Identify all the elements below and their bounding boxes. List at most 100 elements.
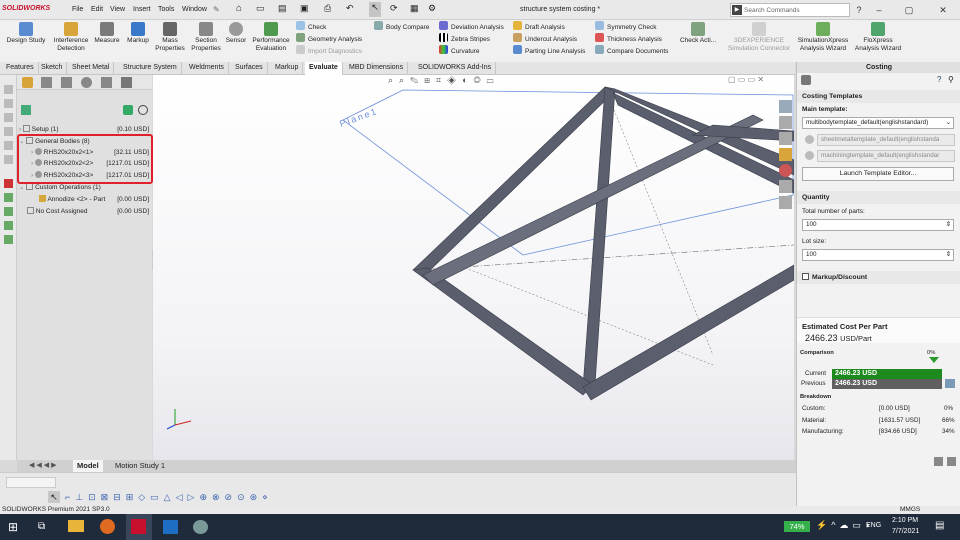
close-icon[interactable]: ✕ bbox=[936, 3, 950, 17]
design-library-icon[interactable] bbox=[779, 116, 792, 129]
symmetry-check-button[interactable]: Symmetry Check bbox=[595, 21, 668, 33]
solidworks-forum-icon[interactable] bbox=[779, 196, 792, 209]
clock-time[interactable]: 2:10 PM bbox=[892, 517, 918, 524]
menu-edit[interactable]: Edit bbox=[91, 6, 103, 13]
check-button[interactable]: Check bbox=[296, 21, 362, 33]
compare-documents-button[interactable]: Compare Documents bbox=[595, 45, 668, 57]
tab-solidworks-add-ins[interactable]: SOLIDWORKS Add-Ins bbox=[414, 62, 497, 75]
main-template-select[interactable]: multibodytemplate_default(englishstandar… bbox=[802, 117, 954, 129]
markup-discount-header[interactable]: Markup/Discount bbox=[797, 271, 960, 284]
clock-icon[interactable] bbox=[138, 105, 148, 115]
expand-icon[interactable] bbox=[4, 127, 13, 136]
tab-evaluate[interactable]: Evaluate bbox=[305, 62, 343, 75]
curvature-button[interactable]: Curvature bbox=[439, 45, 504, 57]
menu-file[interactable]: File bbox=[72, 6, 83, 13]
appearances-icon[interactable] bbox=[779, 164, 792, 177]
add-operation-icon[interactable] bbox=[4, 221, 13, 230]
check-active-button[interactable]: Check Acti... bbox=[678, 22, 718, 45]
interference-detection-button[interactable]: Interference Detection bbox=[50, 22, 92, 53]
total-parts-input[interactable]: 100 ⇕ bbox=[802, 219, 954, 231]
undercut-analysis-button[interactable]: Undercut Analysis bbox=[513, 33, 585, 45]
filter-tools[interactable]: ⌐⊥⊡⊠⊟⊞◇▭△◁▷⊕⊗⊘⊙⊛⋄ bbox=[65, 491, 495, 503]
feature-manager-icon[interactable] bbox=[22, 77, 33, 88]
import-diagnostics-button[interactable]: Import Diagnostics bbox=[296, 45, 362, 57]
costing-manager-icon[interactable] bbox=[121, 77, 132, 88]
performance-evaluation-button[interactable]: Performance Evaluation bbox=[250, 22, 292, 53]
open-icon[interactable]: ▤ bbox=[278, 3, 287, 14]
menu-view[interactable]: View bbox=[110, 6, 125, 13]
select-tool-icon[interactable]: ↖ bbox=[48, 491, 60, 503]
geometry-analysis-button[interactable]: Geometry Analysis bbox=[296, 33, 362, 45]
solidworks-logo[interactable]: SOLIDWORKS bbox=[2, 5, 50, 12]
undo-icon[interactable]: ↶ bbox=[346, 3, 354, 14]
tab-sketch[interactable]: Sketch bbox=[37, 62, 68, 75]
menu-tools[interactable]: Tools bbox=[158, 6, 174, 13]
model-view[interactable]: Plane1 bbox=[153, 75, 794, 460]
list-icon[interactable] bbox=[4, 113, 13, 122]
machining-template-select[interactable]: machiningtemplate_default(englishstandar bbox=[817, 150, 955, 162]
sheetmetal-template-select[interactable]: sheetmetaltemplate_default(englishstanda bbox=[817, 134, 955, 146]
toggle-icon[interactable] bbox=[4, 99, 13, 108]
configuration-manager-icon[interactable] bbox=[61, 77, 72, 88]
custom-properties-icon[interactable] bbox=[779, 180, 792, 193]
home-icon[interactable]: ⌂ bbox=[236, 3, 242, 14]
material-icon[interactable] bbox=[4, 235, 13, 244]
markup-checkbox[interactable] bbox=[802, 273, 809, 280]
measure-button[interactable]: Measure bbox=[93, 22, 121, 45]
sort-icon[interactable] bbox=[4, 155, 13, 164]
outlook-icon[interactable] bbox=[163, 520, 178, 534]
deviation-analysis-button[interactable]: Deviation Analysis bbox=[439, 21, 504, 33]
search-input[interactable]: ▶ Search Commands bbox=[730, 3, 850, 17]
thickness-analysis-button[interactable]: Thickness Analysis bbox=[595, 33, 668, 45]
menu-insert[interactable]: Insert bbox=[133, 6, 151, 13]
collapse-icon[interactable] bbox=[4, 141, 13, 150]
filter-icon[interactable] bbox=[4, 85, 13, 94]
setup-icon[interactable] bbox=[4, 193, 13, 202]
file-explorer-taskbar-icon[interactable] bbox=[68, 520, 84, 532]
markup-button[interactable]: Markup bbox=[123, 22, 153, 45]
reload-icon[interactable] bbox=[123, 105, 133, 115]
save-icon[interactable]: ▣ bbox=[300, 3, 309, 14]
lot-size-input[interactable]: 100 ⇕ bbox=[802, 249, 954, 261]
simulationxpress-button[interactable]: SimulationXpress Analysis Wizard bbox=[796, 22, 850, 53]
lock-icon[interactable] bbox=[945, 379, 955, 388]
tab-structure-system[interactable]: Structure System bbox=[119, 62, 182, 75]
help-icon[interactable]: ? bbox=[852, 3, 866, 17]
app-icon[interactable] bbox=[193, 520, 208, 534]
tree-row-no-cost[interactable]: No Cost Assigned bbox=[27, 206, 87, 217]
3dexperience-connector-button[interactable]: 3DEXPERIENCE Simulation Connector bbox=[724, 22, 794, 53]
design-study-button[interactable]: Design Study bbox=[4, 22, 48, 45]
task-view-icon[interactable]: ⧉ bbox=[38, 521, 45, 532]
mass-properties-button[interactable]: Mass Properties bbox=[153, 22, 187, 53]
clock-date[interactable]: 7/7/2021 bbox=[892, 528, 919, 535]
tab-weldments[interactable]: Weldments bbox=[185, 62, 229, 75]
file-properties-icon[interactable]: ▦ bbox=[410, 3, 419, 14]
floxpress-button[interactable]: FloXpress Analysis Wizard bbox=[852, 22, 904, 53]
resources-icon[interactable] bbox=[779, 100, 792, 113]
menu-window[interactable]: Window bbox=[182, 6, 207, 13]
tab-features[interactable]: Features bbox=[2, 62, 39, 75]
tab-motion-study[interactable]: Motion Study 1 bbox=[111, 460, 169, 472]
select-icon[interactable]: ↖ bbox=[369, 2, 381, 17]
file-explorer-icon[interactable] bbox=[779, 132, 792, 145]
costing-templates-header[interactable]: Costing Templates bbox=[797, 90, 960, 103]
selection-filter-select[interactable] bbox=[6, 477, 56, 488]
pin-icon[interactable]: ✎ bbox=[213, 5, 220, 14]
section-properties-button[interactable]: Section Properties bbox=[188, 22, 224, 53]
help-icon[interactable]: ? bbox=[937, 75, 941, 84]
restore-icon[interactable]: ▢ bbox=[902, 3, 916, 17]
rebuild-icon[interactable]: ⟳ bbox=[390, 3, 398, 14]
export-icon[interactable] bbox=[947, 457, 956, 466]
body-compare-button[interactable]: Body Compare bbox=[374, 21, 429, 33]
graphics-area[interactable]: ⌕⌕✎⊞⌗◈◐◎▭ ▢ ▭ ▭ ✕ Plane1 bbox=[153, 75, 794, 460]
operation-icon[interactable] bbox=[4, 207, 13, 216]
options-icon[interactable]: ⚙ bbox=[428, 3, 436, 14]
minimize-icon[interactable]: – bbox=[872, 3, 886, 17]
notifications-icon[interactable]: ▤ bbox=[935, 520, 944, 531]
parting-line-analysis-button[interactable]: Parting Line Analysis bbox=[513, 45, 585, 57]
units-indicator[interactable]: MMGS bbox=[900, 506, 920, 513]
quantity-header[interactable]: Quantity bbox=[797, 191, 960, 204]
display-manager-icon[interactable] bbox=[101, 77, 112, 88]
dimxpert-icon[interactable] bbox=[81, 77, 92, 88]
tab-markup[interactable]: Markup bbox=[271, 62, 304, 75]
